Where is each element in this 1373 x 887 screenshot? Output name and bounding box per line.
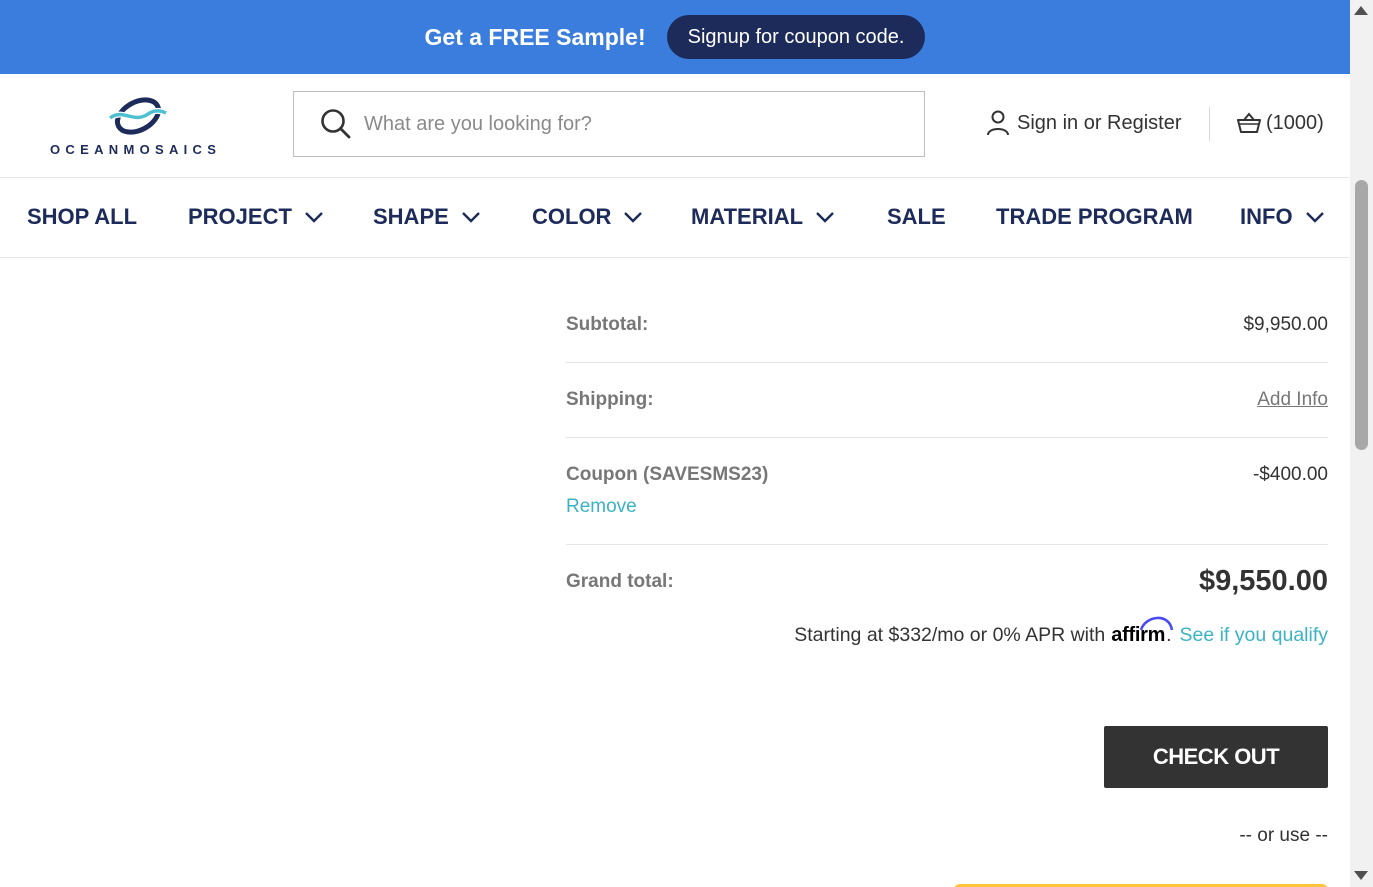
scroll-up-arrow-icon[interactable] <box>1354 6 1368 15</box>
nav-label: SHOP ALL <box>27 204 138 229</box>
coupon-label: Coupon (SAVESMS23) <box>566 464 769 485</box>
subtotal-label: Subtotal: <box>566 314 649 335</box>
shipping-row: Shipping: Add Info <box>566 363 1328 438</box>
affirm-logo: affirm <box>1111 616 1174 647</box>
shipping-label: Shipping: <box>566 389 654 410</box>
main-area: Get a FREE Sample! Signup for coupon cod… <box>0 0 1350 887</box>
add-shipping-info-link[interactable]: Add Info <box>1257 389 1328 411</box>
nav-info[interactable]: INFO <box>1240 177 1325 257</box>
coupon-block: Coupon (SAVESMS23) Remove <box>566 464 768 518</box>
search-input[interactable] <box>362 111 924 137</box>
nav-project[interactable]: PROJECT <box>188 177 324 257</box>
affirm-text: Starting at $332/mo or 0% APR with <box>794 624 1106 646</box>
site-header: OCEANMOSAICS Sign in or Register <box>0 74 1350 178</box>
header-divider <box>1209 107 1210 141</box>
basket-icon <box>1237 112 1261 133</box>
logo-wordmark: OCEANMOSAICS <box>50 142 222 157</box>
cart-count: (1000) <box>1266 111 1324 134</box>
checkout-button[interactable]: CHECK OUT <box>1104 726 1328 788</box>
site-logo[interactable]: OCEANMOSAICS <box>50 92 230 162</box>
chevron-down-icon <box>1305 212 1324 223</box>
chevron-down-icon <box>305 212 323 223</box>
nav-material[interactable]: MATERIAL <box>691 177 835 257</box>
chevron-down-icon <box>461 212 480 223</box>
signup-coupon-button[interactable]: Signup for coupon code. <box>666 15 926 59</box>
grand-total-value: $9,550.00 <box>1198 565 1328 597</box>
nav-label: INFO <box>1240 204 1293 229</box>
wave-logo-icon <box>108 97 168 135</box>
nav-label: TRADE PROGRAM <box>996 204 1193 229</box>
chevron-down-icon <box>816 212 834 223</box>
nav-sale[interactable]: SALE <box>887 177 946 257</box>
cart-totals: Subtotal: $9,950.00 Shipping: Add Info C… <box>566 288 1328 887</box>
account-link[interactable]: Sign in or Register <box>985 107 1182 139</box>
account-label: Sign in or Register <box>1017 111 1182 134</box>
affirm-financing: Starting at $332/mo or 0% APR with affir… <box>794 616 1328 647</box>
page-scrollbar[interactable] <box>1350 0 1373 887</box>
or-use-text: -- or use -- <box>1239 825 1328 846</box>
nav-label: SHAPE <box>373 204 449 229</box>
scrollbar-thumb[interactable] <box>1355 180 1368 450</box>
nav-trade-program[interactable]: TRADE PROGRAM <box>996 177 1193 257</box>
see-if-you-qualify-link[interactable]: See if you qualify <box>1179 624 1328 647</box>
scroll-down-arrow-icon[interactable] <box>1354 871 1368 880</box>
nav-shape[interactable]: SHAPE <box>373 177 481 257</box>
promo-title: Get a FREE Sample! <box>424 23 646 50</box>
main-nav: SHOP ALL PROJECT SHAPE COLOR MATERIAL SA… <box>0 177 1350 258</box>
affirm-arc-icon <box>1140 616 1174 631</box>
grand-total-label: Grand total: <box>566 571 674 592</box>
subtotal-row: Subtotal: $9,950.00 <box>566 288 1328 363</box>
nav-color[interactable]: COLOR <box>532 177 643 257</box>
nav-label: PROJECT <box>188 204 292 229</box>
grand-total-row: Grand total: $9,550.00 <box>566 545 1328 615</box>
page: Get a FREE Sample! Signup for coupon cod… <box>0 0 1373 887</box>
nav-label: SALE <box>887 204 946 229</box>
nav-label: COLOR <box>532 204 612 229</box>
user-icon <box>987 110 1009 136</box>
subtotal-value: $9,950.00 <box>1243 314 1328 335</box>
coupon-row: Coupon (SAVESMS23) Remove -$400.00 <box>566 438 1328 545</box>
search-icon[interactable] <box>319 107 353 141</box>
nav-label: MATERIAL <box>691 204 804 229</box>
coupon-value: -$400.00 <box>1252 464 1328 485</box>
promo-banner: Get a FREE Sample! Signup for coupon cod… <box>0 0 1350 74</box>
search-bar[interactable] <box>293 91 925 157</box>
cart-link[interactable]: (1000) <box>1236 107 1324 139</box>
chevron-down-icon <box>624 212 643 223</box>
remove-coupon-link[interactable]: Remove <box>566 496 637 518</box>
nav-shop-all[interactable]: SHOP ALL <box>27 177 137 257</box>
